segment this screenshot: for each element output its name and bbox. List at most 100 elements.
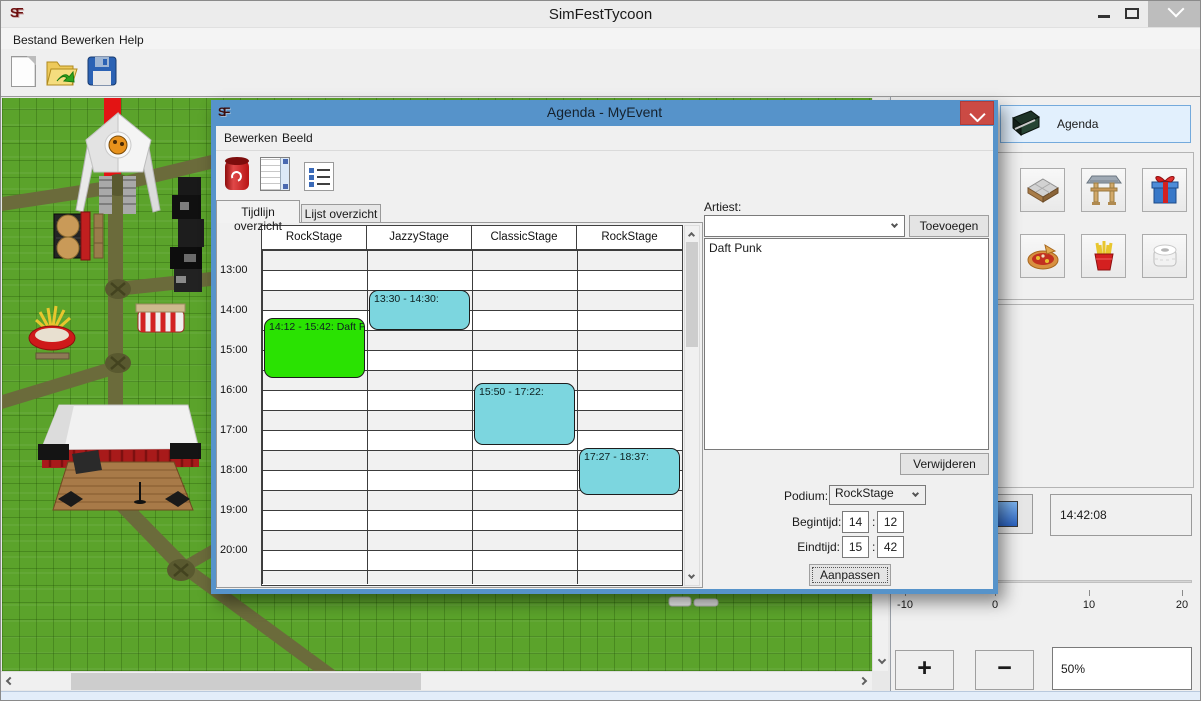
zoom-in-button[interactable]: + — [895, 650, 954, 690]
add-artist-button[interactable]: Toevoegen — [909, 215, 989, 237]
agenda-dialog: SF Agenda - MyEvent Bewerken Beeld — [211, 100, 998, 594]
stage[interactable] — [38, 405, 201, 510]
scroll-down-arrow-icon[interactable] — [685, 570, 699, 585]
list-view-button[interactable] — [304, 162, 334, 191]
app-menubar: Bestand Bewerken Help — [1, 27, 1200, 49]
dialog-body: Bewerken Beeld Tijdlijn overzicht Lijst … — [216, 126, 993, 589]
stage-column-header: ClassicStage — [472, 226, 577, 249]
clock-display: 14:42:08 — [1050, 494, 1192, 536]
chevron-down-icon — [891, 221, 898, 228]
time-label: 20:00 — [220, 544, 248, 556]
fries-item-button[interactable] — [1081, 234, 1126, 278]
time-label: 15:00 — [220, 344, 248, 356]
open-file-icon — [43, 54, 79, 90]
tab-tijdlijn-overzicht[interactable]: Tijdlijn overzicht — [216, 200, 300, 223]
toilet-paper-item-button[interactable] — [1142, 234, 1187, 278]
app-toolbar — [1, 49, 1200, 96]
slider-label: 0 — [980, 599, 1010, 611]
scroll-up-arrow-icon[interactable] — [685, 226, 699, 241]
close-button[interactable] — [1148, 1, 1201, 27]
agenda-button-label: Agenda — [1057, 117, 1098, 131]
tab-lijst-overzicht[interactable]: Lijst overzicht — [301, 204, 381, 223]
artist-label: Artiest: — [704, 200, 741, 214]
app-title: SimFestTycoon — [1, 6, 1200, 23]
begin-minute-field[interactable]: 12 — [877, 511, 904, 533]
scroll-left-arrow-icon[interactable] — [1, 673, 18, 690]
schedule-scroll-thumb[interactable] — [686, 242, 698, 347]
artist-listbox[interactable]: Daft Punk — [704, 238, 989, 450]
slider-tick — [1182, 590, 1183, 596]
schedule-tab-page: RockStageJazzyStageClassicStageRockStage… — [216, 222, 703, 588]
zoom-out-button[interactable]: − — [975, 650, 1034, 690]
floor-tile-item-button[interactable] — [1020, 168, 1065, 212]
begin-hour-field[interactable]: 14 — [842, 511, 869, 533]
time-label: 17:00 — [220, 424, 248, 436]
new-file-button[interactable] — [7, 54, 43, 92]
striped-stand[interactable] — [136, 304, 185, 332]
stage-column-header: RockStage — [577, 226, 682, 249]
artist-combobox[interactable] — [704, 215, 905, 237]
save-button[interactable] — [85, 54, 121, 92]
app-window: SF SimFestTycoon Bestand Bewerken Help — [0, 0, 1201, 701]
end-hour-field[interactable]: 15 — [842, 536, 869, 558]
slider-label: 10 — [1074, 599, 1104, 611]
gift-item-button[interactable] — [1142, 168, 1187, 212]
timeline-view-icon — [260, 157, 290, 191]
list-view-icon — [304, 162, 334, 191]
podium-combobox[interactable]: RockStage — [829, 485, 926, 505]
pizza-icon — [1024, 237, 1062, 275]
fries-stand[interactable] — [29, 306, 75, 359]
agenda-button[interactable]: Agenda — [1000, 105, 1191, 143]
schedule-event[interactable]: 13:30 - 14:30: — [369, 290, 470, 330]
stage-gate-item-button[interactable] — [1081, 168, 1126, 212]
schedule-scrollbar[interactable] — [684, 225, 700, 586]
end-minute-field[interactable]: 42 — [877, 536, 904, 558]
delete-event-button[interactable] — [225, 159, 249, 190]
maximize-button[interactable] — [1125, 8, 1139, 19]
gift-icon — [1146, 171, 1184, 209]
podium-label: Podium: — [784, 489, 828, 503]
map-hscrollbar[interactable] — [1, 671, 872, 690]
fries-icon — [1085, 237, 1123, 275]
pizza-item-button[interactable] — [1020, 234, 1065, 278]
schedule-event[interactable]: 14:12 - 15:42: Daft Punk — [264, 318, 365, 378]
time-label: 14:00 — [220, 304, 248, 316]
open-file-button[interactable] — [43, 54, 79, 92]
dialog-menubar: Bewerken Beeld — [216, 126, 993, 151]
artist-list-item[interactable]: Daft Punk — [705, 239, 988, 257]
time-colon: : — [872, 515, 875, 529]
dialog-close-button[interactable] — [960, 101, 994, 125]
begin-time-label: Begintijd: — [792, 515, 840, 529]
menu-bewerken[interactable]: Bewerken — [57, 32, 118, 48]
menu-help[interactable]: Help — [115, 32, 148, 48]
apply-button[interactable]: Aanpassen — [809, 564, 891, 586]
toilet-paper-icon — [1146, 237, 1184, 275]
schedule-event[interactable]: 15:50 - 17:22: — [474, 383, 575, 444]
statusbar — [1, 691, 1200, 701]
bench[interactable] — [94, 214, 103, 258]
time-label: 13:00 — [220, 264, 248, 276]
scroll-right-arrow-icon[interactable] — [854, 673, 871, 690]
schedule-body[interactable]: 14:12 - 15:42: Daft Punk13:30 - 14:30: 15… — [262, 250, 682, 584]
scroll-down-arrow-icon[interactable] — [873, 654, 890, 671]
slider-label: 20 — [1167, 599, 1197, 611]
stage-column-header: JazzyStage — [367, 226, 472, 249]
slider-tick — [1089, 590, 1090, 596]
minimize-button[interactable] — [1098, 15, 1110, 18]
distant-tents[interactable] — [669, 597, 718, 606]
dialog-menu-bewerken[interactable]: Bewerken — [224, 131, 277, 145]
close-icon — [1175, 8, 1185, 18]
timeline-view-button[interactable] — [260, 157, 290, 191]
save-icon — [85, 54, 119, 88]
new-file-icon — [11, 56, 36, 87]
hscroll-thumb[interactable] — [71, 673, 421, 690]
speaker-stack[interactable] — [170, 177, 204, 292]
slider-label: -10 — [890, 599, 920, 611]
schedule-event[interactable]: 17:27 - 18:37: — [579, 448, 680, 495]
zoom-level-display: 50% — [1052, 647, 1192, 690]
app-titlebar: SF SimFestTycoon — [1, 1, 1200, 27]
menu-bestand[interactable]: Bestand — [9, 32, 61, 48]
burger-stand[interactable] — [54, 212, 90, 260]
dialog-menu-beeld[interactable]: Beeld — [282, 131, 313, 145]
remove-button[interactable]: Verwijderen — [900, 453, 989, 475]
